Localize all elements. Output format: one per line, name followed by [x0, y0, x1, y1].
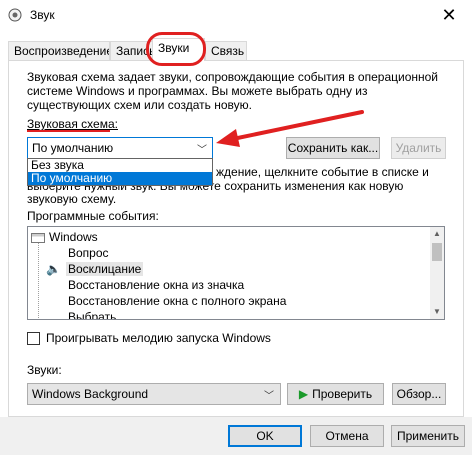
list-item[interactable]: Windows — [31, 229, 98, 245]
close-icon: ✕ — [441, 4, 457, 25]
scheme-dropdown-list: Без звука По умолчанию — [27, 158, 213, 186]
delete-button[interactable]: Удалить — [391, 137, 446, 159]
change-hint-line1: ждение, щелкните событие в списке и — [216, 165, 429, 179]
browse-button[interactable]: Обзор... — [392, 383, 446, 405]
events-scrollbar[interactable]: ▲ ▼ — [430, 227, 444, 319]
list-item[interactable]: Восстановление окна из значка — [68, 277, 244, 293]
title-bar: Звук ✕ — [0, 0, 472, 30]
scroll-down-icon[interactable]: ▼ — [430, 305, 444, 319]
close-button[interactable]: ✕ — [426, 0, 472, 30]
apply-button[interactable]: Применить — [391, 425, 465, 447]
scheme-option-default[interactable]: По умолчанию — [28, 172, 212, 185]
list-item[interactable]: Выбрать — [68, 309, 116, 319]
chevron-down-icon: ﹀ — [264, 391, 274, 402]
windows-icon — [31, 232, 45, 243]
list-item[interactable]: Восстановление окна с полного экрана — [68, 293, 286, 309]
scroll-thumb[interactable] — [432, 243, 442, 261]
ok-button[interactable]: OK — [228, 425, 302, 447]
tree-line — [38, 242, 39, 319]
tab-playback[interactable]: Воспроизведение — [8, 41, 110, 60]
sound-select-value: Windows Background — [32, 387, 149, 401]
startup-sound-checkbox-row[interactable]: Проигрывать мелодию запуска Windows — [27, 331, 271, 345]
startup-sound-label: Проигрывать мелодию запуска Windows — [46, 331, 271, 345]
scheme-select-value: По умолчанию — [32, 141, 114, 155]
startup-sound-checkbox[interactable] — [27, 331, 40, 345]
tab-communications[interactable]: Связь — [205, 41, 247, 60]
scheme-description: Звуковая схема задает звуки, сопровождаю… — [27, 70, 438, 112]
chevron-down-icon: ﹀ — [197, 145, 207, 156]
play-icon: ▶ — [298, 387, 309, 401]
cancel-button[interactable]: Отмена — [310, 425, 384, 447]
tab-sounds[interactable]: Звуки — [152, 38, 205, 61]
scheme-label: Звуковая схема: — [27, 117, 118, 131]
test-button[interactable]: ▶ Проверить — [287, 383, 384, 405]
program-events-list[interactable]: Windows Вопрос 🔈 Восклицание Восстановлен… — [27, 226, 445, 320]
scheme-select[interactable]: По умолчанию ﹀ — [27, 137, 213, 159]
list-item[interactable]: 🔈 Восклицание — [46, 261, 144, 277]
sound-select[interactable]: Windows Background ﹀ — [27, 383, 281, 405]
speaker-icon: 🔈 — [46, 262, 61, 276]
speaker-icon — [8, 8, 22, 22]
events-label: Программные события: — [27, 209, 159, 223]
window-title: Звук — [30, 8, 55, 22]
tab-recording[interactable]: Запись — [110, 41, 154, 60]
list-item[interactable]: Вопрос — [68, 245, 109, 261]
scroll-up-icon[interactable]: ▲ — [430, 227, 444, 241]
sounds-label: Звуки: — [27, 363, 62, 377]
save-as-button[interactable]: Сохранить как... — [286, 137, 380, 159]
